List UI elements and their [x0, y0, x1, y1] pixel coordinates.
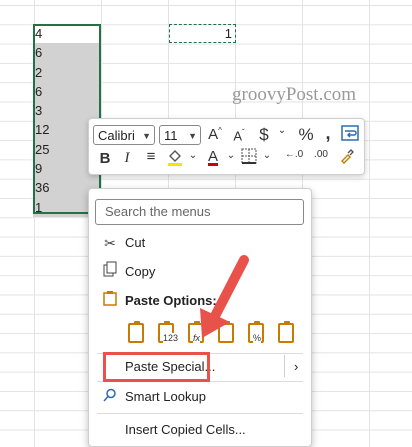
increase-font-icon: A: [208, 126, 219, 143]
search-icon: [101, 385, 119, 409]
menu-item-smart-lookup[interactable]: Smart Lookup: [89, 385, 311, 409]
cut-label: Cut: [125, 235, 146, 250]
chevron-right-icon[interactable]: ›: [294, 355, 298, 379]
decrease-font-icon: A: [233, 128, 242, 144]
chevron-down-icon[interactable]: ⌄: [183, 150, 203, 161]
align-center-icon[interactable]: ≡: [141, 148, 161, 165]
comma-style-button[interactable]: ,: [318, 123, 338, 144]
submenu-separator: [284, 355, 285, 377]
paste-values-icon[interactable]: 123: [155, 319, 179, 345]
decrease-decimal-button[interactable]: .00: [309, 149, 333, 160]
chevron-down-icon[interactable]: ⌄: [257, 150, 277, 161]
paste-link-icon[interactable]: [275, 319, 297, 345]
currency-format-button[interactable]: $: [254, 125, 274, 145]
font-size-value: 11: [164, 128, 178, 143]
decrease-font-size-button[interactable]: Aˇ: [229, 128, 249, 143]
percent-style-button[interactable]: %: [296, 125, 316, 145]
watermark: groovyPost.com: [232, 84, 357, 105]
insert-copied-cells-label: Insert Copied Cells...: [125, 422, 246, 437]
paste-icon[interactable]: [125, 319, 147, 345]
copy-icon: [101, 260, 119, 284]
font-size-select[interactable]: 11 ▼: [159, 125, 201, 145]
smart-lookup-label: Smart Lookup: [125, 389, 206, 404]
annotation-arrow-icon: [200, 255, 249, 338]
copied-cell[interactable]: 1: [169, 24, 236, 43]
increase-font-size-button[interactable]: A^: [205, 126, 225, 143]
chevron-down-icon[interactable]: ⌄: [272, 125, 292, 136]
menu-item-insert-copied-cells[interactable]: Insert Copied Cells...: [89, 418, 311, 442]
chevron-down-icon: ▼: [142, 131, 151, 141]
font-name-select[interactable]: Calibri ▼: [93, 125, 155, 145]
search-menus-input[interactable]: Search the menus: [95, 199, 304, 225]
clipboard-icon: [101, 289, 119, 313]
chevron-down-icon[interactable]: ⌄: [221, 150, 241, 161]
scissors-icon: ✂: [104, 235, 116, 251]
mini-toolbar: Calibri ▼ 11 ▼ A^ Aˇ $ ⌄ % , B I ≡ ⌄ A ⌄…: [88, 118, 365, 175]
italic-button[interactable]: I: [117, 150, 137, 167]
copy-label: Copy: [125, 264, 156, 279]
bold-button[interactable]: B: [95, 150, 115, 167]
increase-decimal-button[interactable]: ←.0: [281, 149, 307, 160]
font-color-button[interactable]: A: [203, 148, 223, 165]
chevron-down-icon: ▼: [188, 131, 197, 141]
fill-color-button[interactable]: [165, 148, 185, 170]
font-name-value: Calibri: [98, 128, 135, 143]
borders-icon[interactable]: [239, 148, 259, 168]
format-painter-icon[interactable]: [337, 148, 357, 168]
wrap-text-icon[interactable]: [340, 124, 360, 146]
annotation-highlight-box: [103, 352, 210, 382]
divider: [97, 413, 303, 414]
